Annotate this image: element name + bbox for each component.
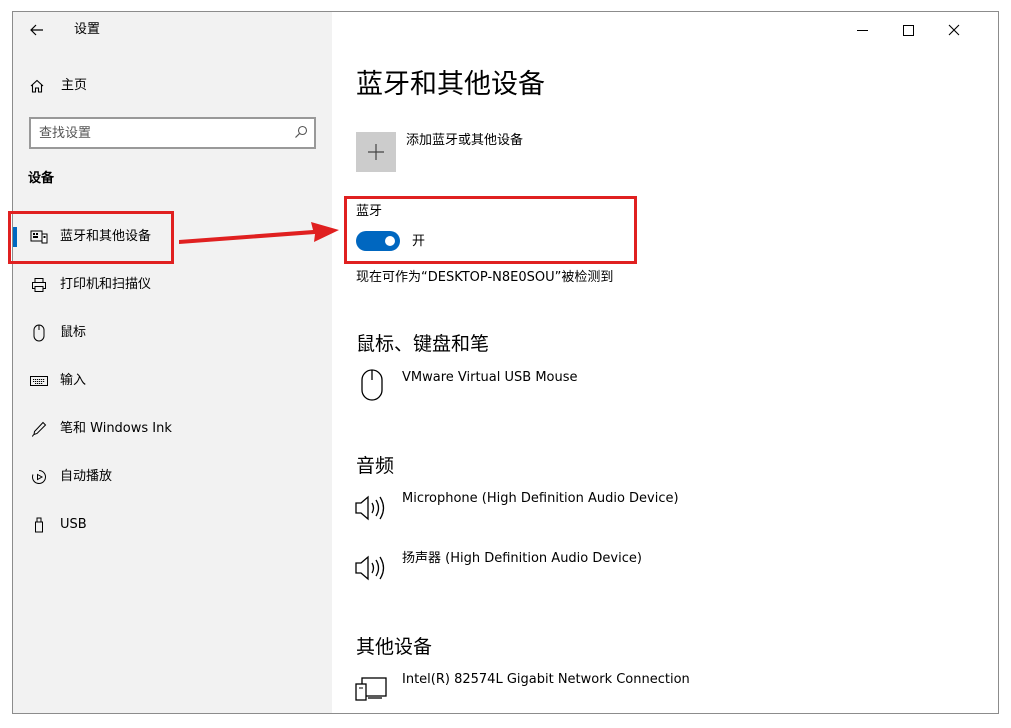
section-title-input-devices: 鼠标、键盘和笔	[356, 333, 490, 355]
sidebar-item-mouse[interactable]: 鼠标	[13, 311, 332, 355]
section-title-audio: 音频	[356, 455, 395, 477]
close-icon	[948, 24, 960, 36]
pen-icon	[28, 421, 50, 437]
home-link[interactable]: 主页	[29, 76, 87, 96]
home-icon	[30, 79, 44, 93]
sidebar-item-typing[interactable]: 输入	[13, 359, 332, 403]
home-label: 主页	[61, 78, 88, 93]
search-box[interactable]	[29, 117, 316, 149]
sidebar-item-label: USB	[60, 517, 87, 532]
page-title: 蓝牙和其他设备	[356, 69, 545, 100]
annotation-arrow	[179, 222, 339, 244]
sidebar-item-label: 鼠标	[60, 325, 87, 340]
keyboard-icon	[28, 375, 50, 387]
device-name: Microphone (High Definition Audio Device…	[402, 491, 679, 506]
maximize-icon	[902, 24, 914, 36]
add-device-label[interactable]: 添加蓝牙或其他设备	[406, 132, 523, 150]
speaker-icon	[354, 490, 390, 526]
back-button[interactable]	[23, 18, 51, 42]
minimize-button[interactable]	[840, 16, 884, 44]
sidebar-item-label: 笔和 Windows Ink	[60, 421, 172, 436]
device-item-speaker[interactable]: 扬声器 (High Definition Audio Device)	[354, 548, 916, 588]
annotation-highlight-sidebar-item	[8, 211, 174, 264]
device-name: VMware Virtual USB Mouse	[402, 370, 578, 385]
device-name: Intel(R) 82574L Gigabit Network Connecti…	[402, 672, 690, 687]
network-device-icon	[354, 671, 390, 707]
sidebar-item-usb[interactable]: USB	[13, 503, 332, 547]
annotation-highlight-bluetooth-toggle	[344, 196, 637, 264]
discoverable-status: 现在可作为“DESKTOP-N8E0SOU”被检测到	[356, 270, 614, 285]
minimize-icon	[856, 29, 868, 31]
device-item-network[interactable]: Intel(R) 82574L Gigabit Network Connecti…	[354, 669, 916, 709]
maximize-button[interactable]	[886, 16, 930, 44]
sidebar-item-pen[interactable]: 笔和 Windows Ink	[13, 407, 332, 451]
sidebar-item-label: 输入	[60, 373, 87, 388]
device-name: 扬声器 (High Definition Audio Device)	[402, 551, 642, 566]
section-title-devices: 设备	[28, 171, 55, 186]
mouse-icon	[354, 367, 390, 403]
speaker-icon	[354, 550, 390, 586]
main-content: 蓝牙和其他设备 添加蓝牙或其他设备 蓝牙 开 现在可作为“DESKTOP-N8E…	[332, 12, 998, 713]
sidebar-item-label: 打印机和扫描仪	[60, 277, 152, 292]
mouse-icon	[28, 324, 50, 342]
autoplay-icon	[28, 469, 50, 485]
printer-icon	[28, 277, 50, 293]
plus-icon	[368, 144, 384, 160]
settings-window: 设置 主页 设备	[12, 11, 999, 714]
search-icon	[295, 125, 308, 138]
add-device-button[interactable]	[356, 132, 396, 172]
device-item-microphone[interactable]: Microphone (High Definition Audio Device…	[354, 488, 916, 528]
close-button[interactable]	[932, 16, 976, 44]
usb-icon	[28, 517, 50, 533]
sidebar-item-printers[interactable]: 打印机和扫描仪	[13, 263, 332, 307]
app-title: 设置	[74, 22, 101, 37]
device-item-mouse[interactable]: VMware Virtual USB Mouse	[356, 367, 916, 407]
arrow-left-icon	[30, 24, 43, 36]
sidebar: 设置 主页 设备	[13, 12, 332, 713]
sidebar-item-label: 自动播放	[60, 469, 113, 484]
section-title-other-devices: 其他设备	[356, 636, 433, 658]
search-input[interactable]	[39, 119, 279, 147]
sidebar-item-autoplay[interactable]: 自动播放	[13, 455, 332, 499]
